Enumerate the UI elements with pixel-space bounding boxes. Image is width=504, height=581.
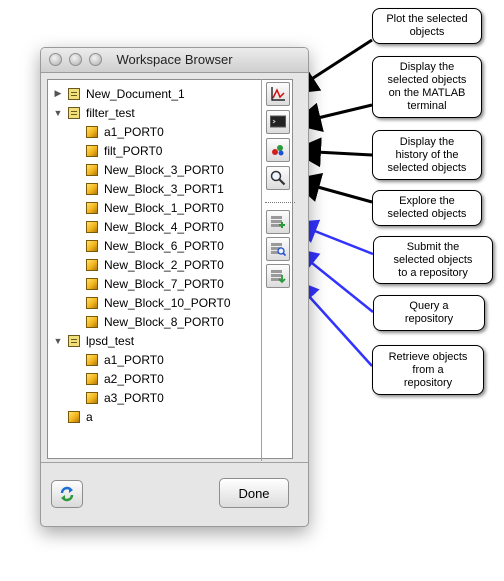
toolbar-separator — [265, 202, 295, 203]
document-icon — [68, 334, 80, 347]
document-icon — [68, 106, 80, 119]
refresh-button[interactable] — [51, 480, 83, 508]
tree-row[interactable]: a3_PORT0 — [70, 388, 164, 407]
tree-row[interactable]: a1_PORT0 — [70, 122, 164, 141]
retrieve-icon — [271, 270, 286, 284]
callout-explore-text: Explore the selected objects — [387, 195, 467, 220]
callout-history: Display the history of the selected obje… — [372, 130, 482, 180]
tree-row[interactable]: a2_PORT0 — [70, 369, 164, 388]
cube-icon — [86, 277, 98, 290]
callout-retrieve: Retrieve objects from a repository — [372, 345, 484, 395]
retrieve-button[interactable] — [266, 264, 290, 288]
tree-row-label: New_Block_8_PORT0 — [104, 314, 224, 329]
tree-row[interactable]: New_Block_3_PORT1 — [70, 179, 224, 198]
explore-button[interactable] — [266, 166, 290, 190]
refresh-icon — [60, 486, 74, 502]
collapse-triangle-icon[interactable]: ▼ — [52, 336, 64, 346]
history-button[interactable] — [266, 138, 290, 162]
tree-row[interactable]: New_Block_10_PORT0 — [70, 293, 231, 312]
callout-history-text: Display the history of the selected obje… — [387, 135, 467, 174]
query-icon — [271, 243, 287, 257]
collapse-triangle-icon[interactable]: ▼ — [52, 108, 64, 118]
done-button[interactable]: Done — [219, 478, 289, 508]
callout-explore: Explore the selected objects — [372, 190, 482, 226]
callout-submit-text: Submit the selected objects to a reposit… — [393, 240, 473, 279]
tree-row-label: a — [86, 409, 93, 424]
window-title: Workspace Browser — [116, 52, 233, 67]
cube-icon — [86, 391, 98, 404]
cube-icon — [68, 410, 80, 423]
cube-icon — [86, 372, 98, 385]
cube-icon — [86, 220, 98, 233]
tree-row[interactable]: New_Block_8_PORT0 — [70, 312, 224, 331]
tree-row[interactable]: filt_PORT0 — [70, 141, 162, 160]
tree-row-label: New_Block_4_PORT0 — [104, 219, 224, 234]
tree-row[interactable]: New_Block_1_PORT0 — [70, 198, 224, 217]
cube-icon — [86, 125, 98, 138]
history-icon — [272, 145, 284, 156]
cube-icon — [86, 258, 98, 271]
callout-submit: Submit the selected objects to a reposit… — [373, 236, 493, 284]
callout-query-text: Query a repository — [404, 300, 454, 325]
tree-row[interactable]: ▼ lpsd_test — [52, 331, 135, 350]
tree-row-label: filt_PORT0 — [104, 143, 163, 158]
callout-plot-text: Plot the selected objects — [386, 13, 468, 38]
document-icon — [68, 87, 80, 100]
magnifier-icon — [270, 170, 286, 186]
tree-row-label: New_Block_3_PORT1 — [104, 181, 224, 196]
workspace-tree[interactable]: ▶ New_Document_1 ▼ filter_test a1_PORT0 filt_… — [47, 79, 293, 459]
tree-row-label: New_Block_7_PORT0 — [104, 276, 224, 291]
display-terminal-button[interactable] — [266, 110, 290, 134]
tree-row[interactable]: a — [52, 407, 93, 426]
callout-plot: Plot the selected objects — [372, 8, 482, 44]
query-button[interactable] — [266, 237, 290, 261]
tree-row-label: a2_PORT0 — [104, 371, 164, 386]
tree-row[interactable]: ▶ New_Document_1 — [52, 84, 185, 103]
cube-icon — [86, 239, 98, 252]
tree-row-label: lpsd_test — [86, 333, 135, 348]
callout-retrieve-text: Retrieve objects from a repository — [388, 350, 468, 389]
bottom-divider — [41, 462, 308, 463]
tree-row-label: New_Document_1 — [86, 86, 185, 101]
tree-row-label: New_Block_6_PORT0 — [104, 238, 224, 253]
tree-row[interactable]: New_Block_2_PORT0 — [70, 255, 224, 274]
cube-icon — [86, 182, 98, 195]
tree-row-label: filter_test — [86, 105, 135, 120]
tree-row[interactable]: New_Block_4_PORT0 — [70, 217, 224, 236]
cube-icon — [86, 163, 98, 176]
tree-row-label: a3_PORT0 — [104, 390, 164, 405]
tree-row-label: New_Block_2_PORT0 — [104, 257, 224, 272]
tree-row-label: New_Block_3_PORT0 — [104, 162, 224, 177]
terminal-icon — [270, 115, 286, 128]
submit-icon — [271, 216, 285, 228]
cube-icon — [86, 296, 98, 309]
callout-terminal-text: Display the selected objects on the MATL… — [387, 61, 467, 112]
tree-row-label: New_Block_1_PORT0 — [104, 200, 224, 215]
expand-triangle-icon[interactable]: ▶ — [52, 88, 64, 99]
title-bar: Workspace Browser — [41, 48, 308, 73]
callout-query: Query a repository — [373, 295, 485, 331]
cube-icon — [86, 353, 98, 366]
tree-row[interactable]: ▼ filter_test — [52, 103, 135, 122]
submit-button[interactable] — [266, 210, 290, 234]
tree-row-label: a1_PORT0 — [104, 352, 164, 367]
cube-icon — [86, 315, 98, 328]
tree-row[interactable]: New_Block_3_PORT0 — [70, 160, 224, 179]
plot-icon — [271, 87, 285, 101]
cube-icon — [86, 201, 98, 214]
tree-row[interactable]: a1_PORT0 — [70, 350, 164, 369]
callout-terminal: Display the selected objects on the MATL… — [372, 56, 482, 118]
tree-row[interactable]: New_Block_7_PORT0 — [70, 274, 224, 293]
plot-button[interactable] — [266, 82, 290, 106]
tree-row-label: New_Block_10_PORT0 — [104, 295, 231, 310]
tree-row[interactable]: New_Block_6_PORT0 — [70, 236, 224, 255]
cube-icon — [86, 144, 98, 157]
tree-row-label: a1_PORT0 — [104, 124, 164, 139]
